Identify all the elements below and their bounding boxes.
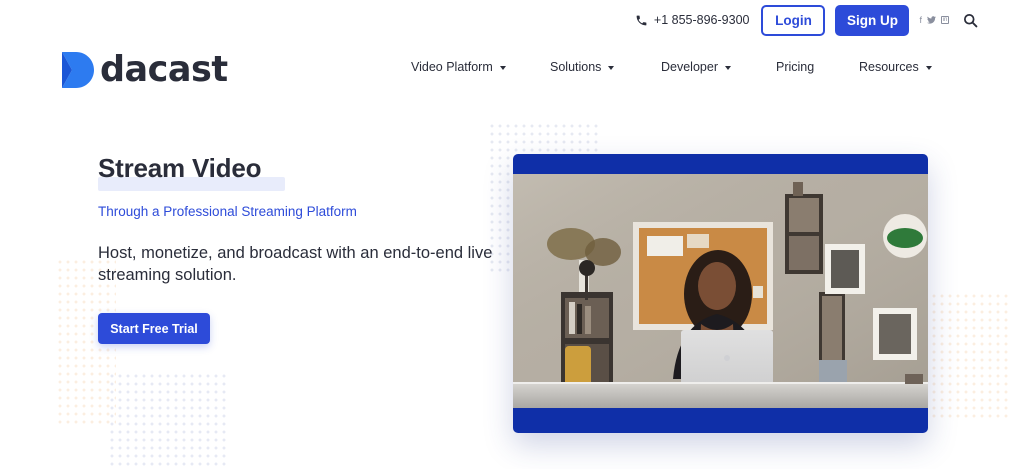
nav-item-label: Developer (661, 60, 718, 74)
search-icon[interactable] (963, 13, 978, 28)
nav-item-resources[interactable]: Resources (859, 60, 932, 74)
nav-item-label: Resources (859, 60, 919, 74)
login-button[interactable]: Login (761, 4, 826, 36)
nav-item-pricing[interactable]: Pricing (776, 60, 814, 74)
phone-link[interactable]: +1 855-896-9300 (635, 13, 750, 27)
nav-item-label: Video Platform (411, 60, 493, 74)
caret-down-icon (925, 65, 932, 70)
phone-number: +1 855-896-9300 (653, 13, 750, 27)
nav-item-label: Pricing (776, 60, 815, 74)
facebook-icon[interactable]: f (919, 15, 922, 25)
nav-item-solutions[interactable]: Solutions (550, 60, 615, 74)
nav-item-video-platform[interactable]: Video Platform (411, 60, 506, 74)
twitter-icon[interactable] (927, 16, 936, 24)
hero-title-block: Stream Video (98, 153, 285, 191)
dot-pattern-right (930, 292, 1012, 420)
caret-down-icon (724, 65, 731, 70)
caret-down-icon (608, 65, 615, 70)
hero-title: Stream Video (98, 153, 262, 183)
nav-item-developer[interactable]: Developer (661, 60, 731, 74)
phone-icon (636, 15, 647, 25)
hero-subtitle: Through a Professional Streaming Platfor… (98, 204, 357, 219)
hero-description: Host, monetize, and broadcast with an en… (98, 244, 493, 284)
hero-video-image (513, 174, 928, 408)
caret-down-icon (499, 65, 506, 70)
hero-video-frame[interactable] (513, 154, 928, 433)
main-nav: Video Platform Solutions Developer Prici… (0, 60, 1024, 80)
top-utility-bar: +1 855-896-9300 Login Sign Up f in (635, 4, 978, 36)
nav-item-label: Solutions (550, 60, 602, 74)
start-free-trial-button[interactable]: Start Free Trial (98, 313, 210, 344)
linkedin-icon[interactable]: in (941, 16, 949, 24)
social-links: f in (919, 15, 949, 25)
dot-pattern-bottom-left (108, 372, 226, 469)
signup-button[interactable]: Sign Up (835, 4, 910, 36)
